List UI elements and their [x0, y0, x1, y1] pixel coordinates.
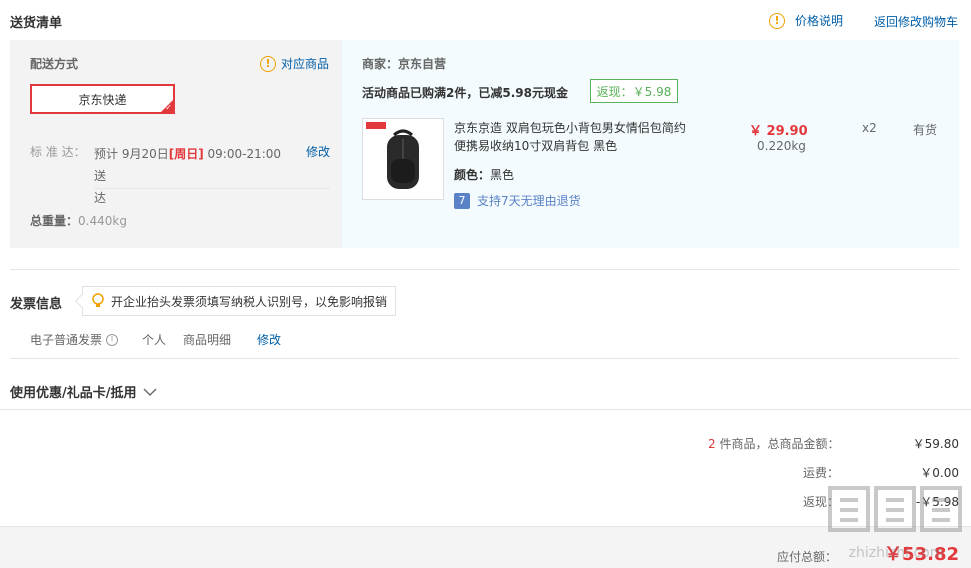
delivery-suffix: 达 [94, 191, 107, 205]
invoice-type: 电子普通发票 i [30, 331, 119, 348]
invoice-target: 个人 [142, 333, 167, 347]
divider [94, 188, 330, 189]
page-title: 送货清单 [10, 16, 63, 31]
total-weight-value: 0.440kg [78, 214, 127, 228]
shipping-method-label: 配送方式 [30, 57, 79, 71]
delivery-date: 预计 9月20日 [94, 147, 169, 161]
watermark: zhizhizhi.com [826, 480, 966, 568]
backpack-image [366, 122, 419, 189]
freight-value: ￥0.00 [920, 466, 959, 480]
invoice-type-text: 电子普通发票 [30, 333, 103, 347]
invoice-title: 发票信息 [10, 297, 63, 312]
express-option-label: 京东快递 [78, 92, 127, 107]
product-quantity: x2 [862, 121, 877, 135]
goods-count-summary: 2 件商品，总商品金额： [708, 435, 839, 452]
coupon-toggle[interactable]: 使用优惠/礼品卡/抵用 [10, 382, 157, 401]
watermark-text: zhizhizhi.com [848, 545, 944, 561]
product-color: 颜色：黑色 [454, 166, 514, 183]
back-to-cart-link[interactable]: 返回修改购物车 [874, 13, 958, 30]
product-weight: 0.220kg [757, 139, 806, 153]
rebate-tag: 返现：￥5.98 [590, 79, 678, 103]
divider [10, 269, 959, 270]
freight-label: 运费： [803, 466, 840, 480]
standard-delivery-label: 标 准 达： [30, 145, 86, 159]
lightbulb-icon [92, 293, 104, 307]
divider [10, 358, 959, 359]
warning-icon: ! [769, 12, 785, 29]
price-note-link[interactable]: ! 价格说明 [769, 12, 843, 29]
product-color-label: 颜色： [454, 168, 491, 182]
chevron-down-icon [143, 388, 156, 396]
check-icon: ✓ [165, 103, 172, 112]
modify-invoice-link[interactable]: 修改 [257, 331, 281, 348]
invoice-tip: 开企业抬头发票须填写纳税人识别号，以免影响报销 [74, 286, 396, 316]
total-weight-label: 总重量： [30, 214, 79, 228]
promotion-text: 活动商品已购满2件，已减5.98元现金 [362, 86, 568, 100]
warning-icon: ! [260, 55, 276, 72]
goods-count-label: 件商品，总商品金额： [715, 437, 840, 451]
delivery-weekday: [周日] [168, 147, 204, 161]
product-name-link[interactable]: 京东京造 双肩包玩色小背包男女情侣包简约 便携易收纳10寸双肩背包 黑色 [454, 119, 686, 155]
price-note-text: 价格说明 [795, 14, 844, 28]
invoice-tip-text: 开企业抬头发票须填写纳税人识别号，以免影响报销 [111, 294, 388, 309]
modify-delivery-link[interactable]: 修改 [306, 143, 330, 160]
watermark-logo [828, 486, 962, 532]
goods-count: 2 [708, 437, 716, 451]
seven-day-return-icon: 7 [454, 192, 470, 209]
goods-total: ￥59.80 [912, 437, 959, 451]
info-icon[interactable]: i [106, 333, 119, 346]
product-thumbnail[interactable] [362, 118, 444, 200]
merchant-name: 商家：京东自营 [362, 57, 447, 71]
product-name-line1: 京东京造 双肩包玩色小背包男女情侣包简约 [454, 121, 686, 135]
total-weight: 总重量：0.440kg [30, 212, 127, 229]
product-price: ￥ 29.90 [749, 124, 808, 139]
tip-arrow [74, 293, 90, 309]
related-goods-text: 对应商品 [281, 57, 330, 71]
divider [0, 409, 971, 410]
invoice-content: 商品明细 [183, 333, 232, 347]
return-policy: 7 支持7天无理由退货 [454, 192, 581, 209]
stock-status: 有货 [913, 123, 938, 137]
delivery-estimate: 预计 9月20日[周日] 09:00-21:00 送 达 [94, 143, 294, 209]
express-option-selected[interactable]: 京东快递 ✓ [30, 84, 175, 114]
related-goods-link[interactable]: ! 对应商品 [260, 55, 329, 72]
coupon-title: 使用优惠/礼品卡/抵用 [10, 386, 137, 401]
product-color-value: 黑色 [490, 168, 515, 182]
return-policy-text: 支持7天无理由退货 [477, 194, 581, 208]
product-name-line2: 便携易收纳10寸双肩背包 黑色 [454, 139, 618, 153]
